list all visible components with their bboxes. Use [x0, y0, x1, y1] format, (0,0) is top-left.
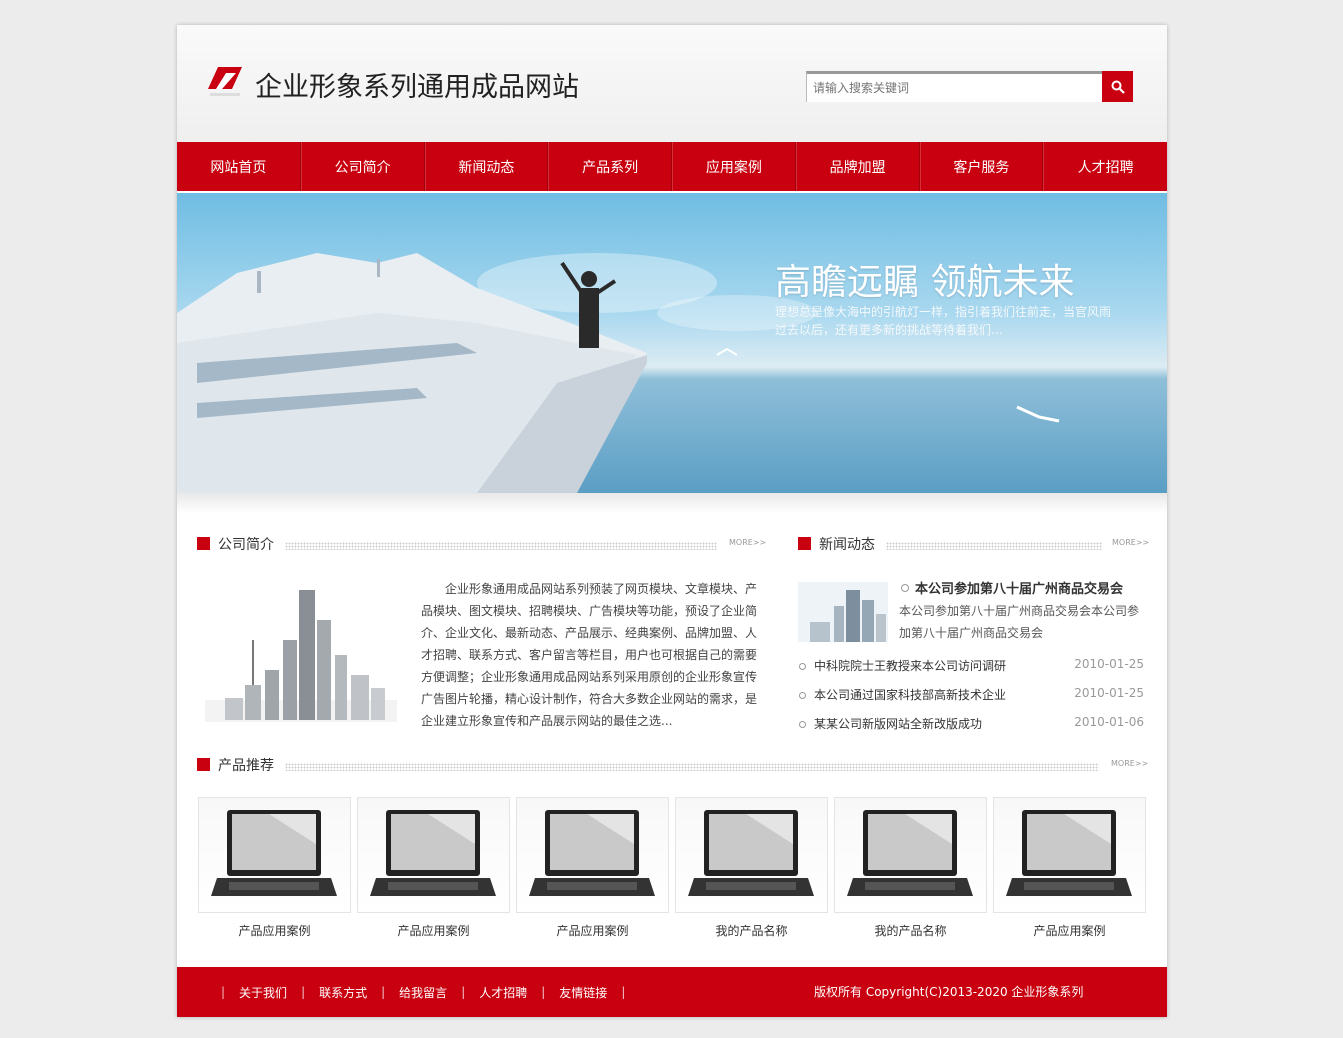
product-name[interactable]: 产品应用案例	[357, 922, 510, 939]
divider	[285, 763, 1099, 771]
divider	[886, 542, 1102, 550]
nav-item-home[interactable]: 网站首页	[177, 142, 301, 191]
product-image[interactable]	[516, 797, 669, 913]
footer-separator: |	[621, 985, 626, 999]
banner[interactable]: 高瞻远瞩 领航未来 理想总是像大海中的引航灯一样，指引着我们往前走，当官风雨过去…	[177, 193, 1167, 493]
laptop-icon	[529, 810, 655, 896]
news-featured-title[interactable]: 本公司参加第八十届广州商品交易会	[915, 578, 1123, 597]
news-item-date: 2010-01-25	[1074, 657, 1144, 671]
product-image[interactable]	[357, 797, 510, 913]
banner-title: 高瞻远瞩 领航未来	[775, 262, 1075, 303]
product-image[interactable]	[834, 797, 987, 913]
product-card: 我的产品名称	[675, 797, 828, 939]
footer-separator: |	[381, 985, 386, 999]
product-name[interactable]: 产品应用案例	[993, 922, 1146, 939]
laptop-icon	[370, 810, 496, 896]
search-input[interactable]	[813, 78, 1093, 98]
search-icon	[1111, 80, 1125, 94]
product-image[interactable]	[675, 797, 828, 913]
nav-item-news[interactable]: 新闻动态	[424, 142, 549, 191]
about-text: 企业形象通用成品网站系列预装了网页模块、文章模块、产品模块、图文模块、招聘模块、…	[421, 582, 758, 728]
site-title: 企业形象系列通用成品网站	[255, 72, 579, 103]
news-item-date: 2010-01-06	[1074, 715, 1144, 729]
section-arrow-icon	[798, 537, 811, 550]
bullet-icon	[799, 663, 806, 670]
product-card: 产品应用案例	[357, 797, 510, 939]
news-section-header: 新闻动态 MORE>>	[798, 534, 1149, 554]
news-section-title: 新闻动态	[819, 537, 875, 553]
page-container: 企业形象系列通用成品网站 网站首页 公司简介 新闻动态 产品系列 应用案例 品牌…	[177, 25, 1167, 1017]
banner-shadow	[177, 493, 1167, 513]
products-more-link[interactable]: MORE>>	[1111, 759, 1148, 768]
footer-separator: |	[301, 985, 306, 999]
news-item-date: 2010-01-25	[1074, 686, 1144, 700]
about-section-title: 公司简介	[218, 537, 274, 553]
product-card: 产品应用案例	[198, 797, 351, 939]
product-name[interactable]: 我的产品名称	[675, 922, 828, 939]
footer-separator: |	[461, 985, 466, 999]
footer-link-contact[interactable]: 联系方式	[319, 984, 367, 1001]
nav-item-jobs[interactable]: 人才招聘	[1043, 142, 1167, 191]
news-featured-desc: 本公司参加第八十届广州商品交易会本公司参加第八十届广州商品交易会	[899, 604, 1140, 640]
news-list-item: 本公司通过国家科技部高新技术企业 2010-01-25	[799, 686, 1144, 708]
laptop-icon	[688, 810, 814, 896]
news-more-link[interactable]: MORE>>	[1112, 538, 1149, 547]
nav-item-franchise[interactable]: 品牌加盟	[795, 142, 920, 191]
product-card: 产品应用案例	[516, 797, 669, 939]
footer-separator: |	[541, 985, 546, 999]
section-arrow-icon	[197, 758, 210, 771]
logo-icon	[208, 67, 242, 96]
bullet-icon	[901, 584, 909, 592]
nav-item-products[interactable]: 产品系列	[548, 142, 672, 191]
footer-link-friends[interactable]: 友情链接	[559, 984, 607, 1001]
section-arrow-icon	[197, 537, 210, 550]
bullet-icon	[799, 692, 806, 699]
search-button[interactable]	[1102, 71, 1133, 102]
search-box	[806, 71, 1102, 102]
product-name[interactable]: 我的产品名称	[834, 922, 987, 939]
products-section-header: 产品推荐 MORE>>	[197, 755, 1148, 775]
laptop-icon	[211, 810, 337, 896]
city-buildings-image	[205, 590, 397, 722]
header: 企业形象系列通用成品网站	[177, 25, 1167, 142]
product-name[interactable]: 产品应用案例	[198, 922, 351, 939]
nav-item-about[interactable]: 公司简介	[300, 142, 425, 191]
product-image[interactable]	[198, 797, 351, 913]
news-item-title[interactable]: 本公司通过国家科技部高新技术企业	[814, 686, 1006, 703]
main-nav: 网站首页 公司简介 新闻动态 产品系列 应用案例 品牌加盟 客户服务 人才招聘	[177, 142, 1167, 191]
news-list-item: 某某公司新版网站全新改版成功 2010-01-06	[799, 715, 1144, 737]
news-item-title[interactable]: 某某公司新版网站全新改版成功	[814, 715, 982, 732]
divider	[285, 542, 717, 550]
footer-link-message[interactable]: 给我留言	[399, 984, 447, 1001]
product-name[interactable]: 产品应用案例	[516, 922, 669, 939]
about-more-link[interactable]: MORE>>	[729, 538, 766, 547]
footer: | 关于我们 | 联系方式 | 给我留言 | 人才招聘 | 友情链接 | 版权所…	[177, 967, 1167, 1017]
about-section-header: 公司简介 MORE>>	[197, 534, 767, 554]
product-card: 我的产品名称	[834, 797, 987, 939]
bullet-icon	[799, 721, 806, 728]
news-thumbnail-image[interactable]	[798, 582, 888, 642]
laptop-icon	[1006, 810, 1132, 896]
banner-ship-image	[177, 253, 1060, 493]
laptop-icon	[847, 810, 973, 896]
nav-item-service[interactable]: 客户服务	[919, 142, 1044, 191]
banner-subtitle: 理想总是像大海中的引航灯一样，指引着我们往前走，当官风雨过去以后，还有更多新的挑…	[775, 305, 1112, 337]
footer-links: | 关于我们 | 联系方式 | 给我留言 | 人才招聘 | 友情链接 |	[207, 967, 639, 1017]
nav-item-cases[interactable]: 应用案例	[672, 142, 796, 191]
products-section-title: 产品推荐	[218, 758, 274, 774]
footer-link-jobs[interactable]: 人才招聘	[479, 984, 527, 1001]
product-card: 产品应用案例	[993, 797, 1146, 939]
copyright: 版权所有 Copyright(C)2013-2020 企业形象系列	[814, 985, 1084, 999]
footer-link-about[interactable]: 关于我们	[239, 984, 287, 1001]
product-image[interactable]	[993, 797, 1146, 913]
news-list-item: 中科院院士王教授来本公司访问调研 2010-01-25	[799, 657, 1144, 679]
news-item-title[interactable]: 中科院院士王教授来本公司访问调研	[814, 657, 1006, 674]
footer-separator: |	[221, 985, 226, 999]
